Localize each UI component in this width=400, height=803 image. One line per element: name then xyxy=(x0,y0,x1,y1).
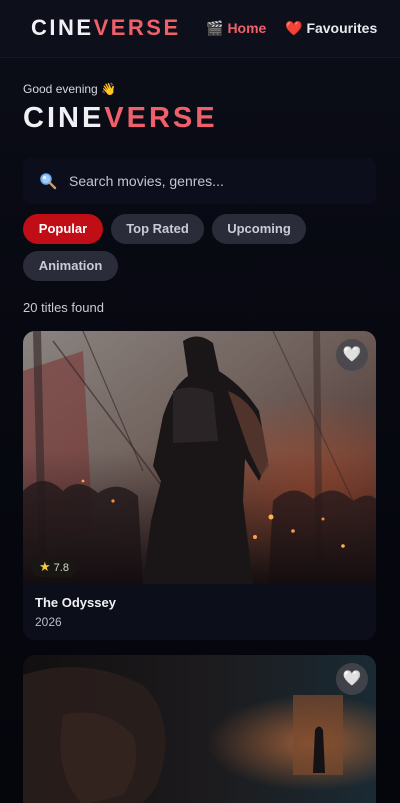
movie-title: The Odyssey xyxy=(35,595,116,610)
logo-text-verse: VERSE xyxy=(93,15,181,40)
rating-value: 7.8 xyxy=(53,562,69,574)
movie-poster xyxy=(23,331,376,584)
clapperboard-icon: 🎬 xyxy=(206,20,224,36)
top-navigation-bar: CINEVERSE 🎬 Home ❤️ Favourites xyxy=(0,0,400,58)
filter-chip-top-rated[interactable]: Top Rated xyxy=(111,214,204,244)
nav-home-label: Home xyxy=(227,20,267,36)
heart-icon: 🤍 xyxy=(342,346,362,363)
search-icon xyxy=(40,173,57,190)
rating-badge: ★ 7.8 xyxy=(31,557,77,577)
nav-favourites-link[interactable]: ❤️ Favourites xyxy=(285,19,377,37)
filter-chip-popular[interactable]: Popular xyxy=(23,214,103,244)
nav-favourites-label: Favourites xyxy=(306,20,378,36)
app-root: CINEVERSE 🎬 Home ❤️ Favourites Good evenin… xyxy=(0,0,400,803)
heart-icon: 🤍 xyxy=(342,670,362,687)
search-input[interactable] xyxy=(69,171,359,191)
heart-icon: ❤️ xyxy=(285,20,303,36)
page-title: CINEVERSE xyxy=(23,100,218,136)
results-count: 20 titles found xyxy=(23,300,104,315)
star-icon: ★ xyxy=(39,559,51,574)
title-text-cine: CINE xyxy=(23,102,105,134)
movie-year: 2026 xyxy=(35,615,62,629)
favourite-heart-button[interactable]: 🤍 xyxy=(336,663,368,695)
app-logo[interactable]: CINEVERSE xyxy=(31,14,181,42)
filter-chip-animation[interactable]: Animation xyxy=(23,251,118,281)
movie-poster xyxy=(23,655,376,803)
movie-card[interactable]: 🤍 xyxy=(23,655,376,803)
greeting-text: Good evening 👋 xyxy=(23,82,116,96)
nav-home-link[interactable]: 🎬 Home xyxy=(206,19,266,37)
search-bar[interactable] xyxy=(23,158,376,204)
movie-card[interactable]: 🤍 ★ 7.8 The Odyssey 2026 xyxy=(23,331,376,640)
title-text-verse: VERSE xyxy=(104,102,218,134)
logo-text-cine: CINE xyxy=(31,15,94,40)
filter-chip-upcoming[interactable]: Upcoming xyxy=(212,214,306,244)
favourite-heart-button[interactable]: 🤍 xyxy=(336,339,368,371)
